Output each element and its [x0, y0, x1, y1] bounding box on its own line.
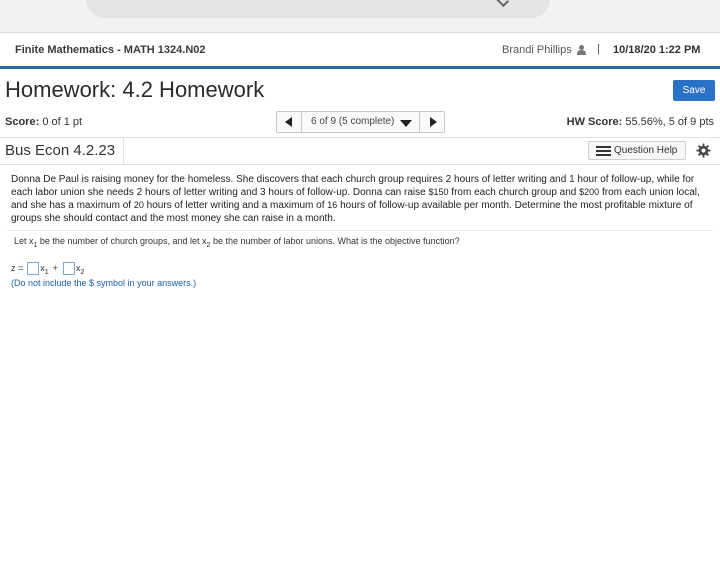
x1-variable: x1 — [40, 263, 49, 276]
question-select-label: 6 of 9 (5 complete) — [311, 116, 395, 127]
max-follow-up: 16 — [327, 200, 338, 210]
question-help-button[interactable]: Question Help — [588, 141, 686, 160]
x2-subscript: 2 — [80, 268, 85, 276]
user-name: Brandi Phillips — [502, 44, 572, 56]
save-button[interactable]: Save — [673, 80, 715, 101]
amount-union: $200 — [579, 187, 600, 197]
question-select[interactable]: 6 of 9 (5 complete) — [302, 112, 419, 132]
x2-variable: x2 — [76, 263, 85, 276]
homework-title: Homework: 4.2 Homework — [5, 77, 265, 102]
max-letter-writing: 20 — [133, 200, 144, 210]
coefficient-x2-input[interactable] — [62, 261, 75, 275]
objective-function-answer: z = x1 + x2 — [11, 261, 85, 276]
problem-divider — [123, 138, 124, 164]
question-prompt: Let x1 be the number of church groups, a… — [14, 236, 460, 249]
plus-sign: + — [52, 263, 58, 273]
triangle-down-icon — [400, 120, 412, 127]
problem-text-2: from each church group and — [448, 187, 580, 198]
question-navigator: 6 of 9 (5 complete) — [276, 111, 445, 133]
problem-statement: Donna De Paul is raising money for the h… — [11, 173, 703, 225]
problem-id: Bus Econ 4.2.23 — [5, 142, 116, 159]
z-label: z = — [11, 263, 24, 273]
course-title[interactable]: Finite Mathematics - MATH 1324.N02 — [15, 44, 206, 56]
list-icon — [596, 146, 611, 156]
score-value: 0 of 1 pt — [42, 116, 83, 128]
next-question-button[interactable] — [419, 112, 444, 132]
course-header: Finite Mathematics - MATH 1324.N02 Brand… — [0, 37, 720, 69]
coefficient-x1-input[interactable] — [27, 261, 40, 275]
x1-subscript: 1 — [44, 268, 49, 276]
answer-note: (Do not include the $ symbol in your ans… — [11, 278, 197, 288]
question-text-a: Let x — [14, 236, 34, 246]
hw-score-label: HW Score: — [566, 116, 623, 128]
triangle-right-icon — [430, 117, 437, 127]
problem-text-4: hours of letter writing and a maximum of — [143, 200, 328, 211]
question-text-b: be the number of church groups, and let … — [37, 236, 207, 246]
score-label: Score: — [5, 116, 40, 128]
hw-score-value: 55.56%, 5 of 9 pts — [625, 116, 714, 128]
address-bar[interactable] — [86, 0, 550, 18]
problem-row: Bus Econ 4.2.23 Question Help — [0, 138, 720, 165]
score-row: Score: 0 of 1 pt 6 of 9 (5 complete) HW … — [0, 108, 720, 138]
question-text-c: be the number of labor unions. What is t… — [210, 236, 460, 246]
previous-question-button[interactable] — [277, 112, 302, 132]
triangle-left-icon — [285, 117, 292, 127]
score: Score: 0 of 1 pt — [5, 116, 82, 128]
header-separator: | — [597, 43, 600, 55]
amount-church: $150 — [428, 187, 449, 197]
browser-top-strip — [0, 0, 720, 33]
question-help-label: Question Help — [614, 145, 678, 156]
user-icon — [577, 45, 586, 55]
question-divider — [7, 230, 713, 231]
datetime: 10/18/20 1:22 PM — [613, 44, 701, 56]
hw-score: HW Score: 55.56%, 5 of 9 pts — [567, 116, 714, 128]
gear-icon[interactable] — [696, 143, 711, 158]
